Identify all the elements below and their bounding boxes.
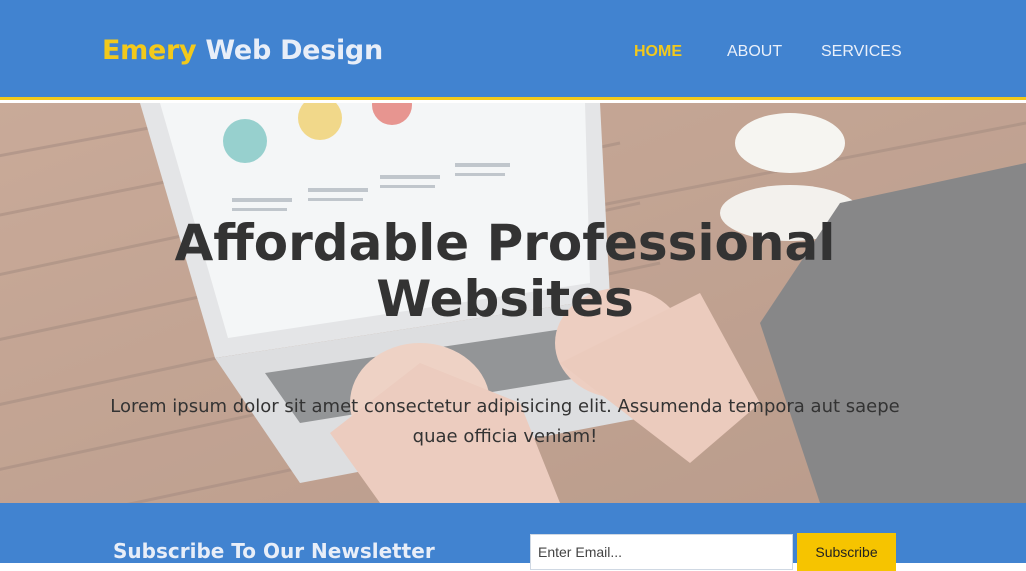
- hero-title: Affordable Professional Websites: [174, 214, 836, 328]
- newsletter-section: Subscribe To Our Newsletter Subscribe: [0, 503, 1026, 571]
- nav-services[interactable]: Services: [821, 43, 902, 61]
- hero-section: Affordable Professional Websites Lorem i…: [0, 103, 1026, 503]
- subscribe-button[interactable]: Subscribe: [797, 533, 896, 571]
- main-nav: Home About Services: [0, 43, 1026, 67]
- nav-about[interactable]: About: [727, 43, 782, 61]
- email-input[interactable]: [530, 534, 793, 570]
- newsletter-title: Subscribe To Our Newsletter: [113, 539, 435, 563]
- hero-text: Lorem ipsum dolor sit amet consectetur a…: [110, 396, 900, 447]
- site-header: Emery Web Design Home About Services: [0, 0, 1026, 100]
- nav-home[interactable]: Home: [634, 43, 682, 61]
